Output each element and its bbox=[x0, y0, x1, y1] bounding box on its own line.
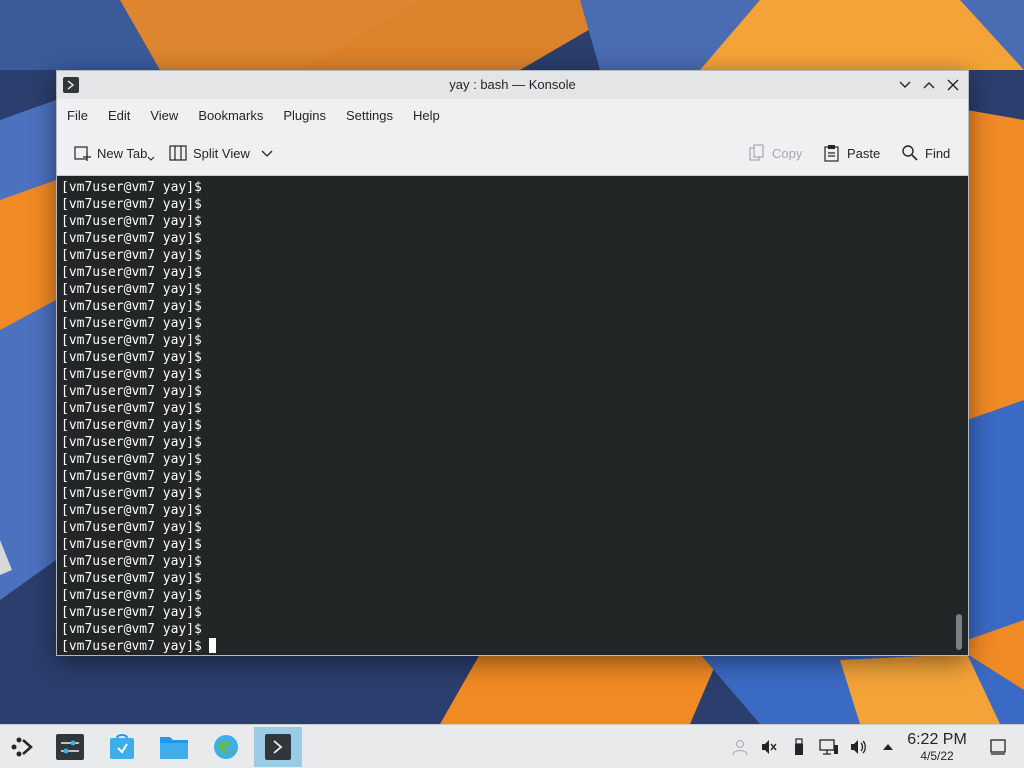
chevron-down-icon bbox=[147, 156, 155, 161]
split-view-icon bbox=[169, 145, 187, 161]
find-label: Find bbox=[925, 145, 951, 161]
menu-file[interactable]: File bbox=[57, 108, 98, 123]
terminal-line: [vm7user@vm7 yay]$ bbox=[61, 384, 202, 399]
digital-clock[interactable]: 6:22 PM 4/5/22 bbox=[900, 731, 974, 763]
terminal-output: [vm7user@vm7 yay]$ [vm7user@vm7 yay]$ [vm7… bbox=[61, 179, 216, 655]
terminal-line: [vm7user@vm7 yay]$ bbox=[61, 486, 202, 501]
globe-icon bbox=[214, 735, 238, 759]
usb-drive-icon bbox=[795, 738, 803, 755]
minimize-button[interactable] bbox=[896, 76, 914, 94]
terminal-line: [vm7user@vm7 yay]$ bbox=[61, 333, 202, 348]
terminal-line: [vm7user@vm7 yay]$ bbox=[61, 452, 202, 467]
maximize-button[interactable] bbox=[920, 76, 938, 94]
search-icon bbox=[902, 145, 918, 161]
clock-date: 4/5/22 bbox=[920, 749, 954, 763]
terminal-icon bbox=[265, 734, 291, 760]
user-icon[interactable] bbox=[730, 737, 750, 757]
terminal-line: [vm7user@vm7 yay]$ bbox=[61, 282, 202, 297]
menu-view[interactable]: View bbox=[140, 108, 188, 123]
launcher-icon bbox=[11, 737, 33, 757]
close-button[interactable] bbox=[944, 76, 962, 94]
menu-bookmarks[interactable]: Bookmarks bbox=[188, 108, 273, 123]
wired-network-icon bbox=[819, 739, 838, 755]
close-icon bbox=[947, 79, 959, 91]
terminal-line: [vm7user@vm7 yay]$ bbox=[61, 180, 202, 195]
chevron-up-icon bbox=[883, 744, 893, 750]
terminal-line: [vm7user@vm7 yay]$ bbox=[61, 350, 202, 365]
terminal-line: [vm7user@vm7 yay]$ bbox=[61, 265, 202, 280]
volume-icon[interactable] bbox=[849, 737, 869, 757]
terminal-active-prompt: [vm7user@vm7 yay]$ bbox=[61, 638, 216, 655]
title-bar[interactable]: yay : bash — Konsole bbox=[57, 71, 968, 99]
speaker-muted-icon bbox=[762, 740, 777, 754]
terminal-line: [vm7user@vm7 yay]$ bbox=[61, 622, 202, 637]
copy-icon bbox=[749, 144, 764, 161]
new-tab-icon bbox=[74, 146, 91, 161]
terminal-view[interactable]: [vm7user@vm7 yay]$ [vm7user@vm7 yay]$ [vm7… bbox=[57, 176, 968, 655]
terminal-line: [vm7user@vm7 yay]$ bbox=[61, 197, 202, 212]
terminal-line: [vm7user@vm7 yay]$ bbox=[61, 503, 202, 518]
terminal-line: [vm7user@vm7 yay]$ bbox=[61, 231, 202, 246]
terminal-line: [vm7user@vm7 yay]$ bbox=[61, 248, 202, 263]
main-toolbar: New Tab Split View Copy Paste Find bbox=[57, 131, 968, 176]
menu-settings[interactable]: Settings bbox=[336, 108, 403, 123]
copy-label: Copy bbox=[772, 145, 803, 161]
terminal-scrollbar[interactable] bbox=[956, 614, 962, 650]
dolphin-file-manager-task[interactable] bbox=[152, 727, 196, 767]
discover-task[interactable] bbox=[100, 727, 144, 767]
terminal-line: [vm7user@vm7 yay]$ bbox=[61, 316, 202, 331]
terminal-line: [vm7user@vm7 yay]$ bbox=[61, 554, 202, 569]
taskbar: 6:22 PM 4/5/22 bbox=[0, 724, 1024, 768]
usb-device-icon[interactable] bbox=[789, 737, 809, 757]
terminal-line: [vm7user@vm7 yay]$ bbox=[61, 537, 202, 552]
terminal-cursor bbox=[208, 638, 216, 653]
show-desktop-icon bbox=[990, 739, 1006, 755]
clock-time: 6:22 PM bbox=[907, 731, 967, 748]
audio-muted-icon[interactable] bbox=[759, 737, 779, 757]
terminal-line: [vm7user@vm7 yay]$ bbox=[61, 367, 202, 382]
paste-icon bbox=[824, 145, 839, 162]
chevron-down-icon bbox=[261, 150, 273, 157]
window-title: yay : bash — Konsole bbox=[449, 77, 576, 92]
system-settings-task[interactable] bbox=[48, 727, 92, 767]
terminal-line: [vm7user@vm7 yay]$ bbox=[61, 299, 202, 314]
show-desktop-button[interactable] bbox=[988, 737, 1008, 757]
discover-store-icon bbox=[110, 734, 134, 759]
terminal-line: [vm7user@vm7 yay]$ bbox=[61, 401, 202, 416]
user-icon-glyph bbox=[732, 739, 748, 756]
menu-plugins[interactable]: Plugins bbox=[273, 108, 336, 123]
paste-label: Paste bbox=[847, 145, 881, 161]
web-browser-task[interactable] bbox=[204, 727, 248, 767]
terminal-line: [vm7user@vm7 yay]$ bbox=[61, 571, 202, 586]
settings-icon bbox=[56, 734, 84, 760]
find-button[interactable]: Find bbox=[901, 143, 950, 163]
terminal-line: [vm7user@vm7 yay]$ bbox=[61, 469, 202, 484]
terminal-line: [vm7user@vm7 yay]$ bbox=[61, 435, 202, 450]
application-launcher-button[interactable] bbox=[0, 727, 44, 767]
terminal-line: [vm7user@vm7 yay]$ bbox=[61, 605, 202, 620]
chevron-up-icon bbox=[923, 82, 935, 89]
konsole-task[interactable] bbox=[254, 727, 302, 767]
menu-help[interactable]: Help bbox=[403, 108, 450, 123]
folder-icon bbox=[160, 737, 188, 759]
terminal-line: [vm7user@vm7 yay]$ bbox=[61, 418, 202, 433]
chevron-down-icon bbox=[899, 81, 911, 88]
split-view-button[interactable]: Split View bbox=[169, 143, 280, 163]
copy-button[interactable]: Copy bbox=[748, 143, 802, 163]
system-tray-expand-button[interactable] bbox=[878, 737, 898, 757]
konsole-window: yay : bash — Konsole File Edit View Book… bbox=[56, 70, 969, 656]
speaker-icon bbox=[851, 740, 866, 754]
split-view-label: Split View bbox=[193, 145, 250, 161]
menu-bar: File Edit View Bookmarks Plugins Setting… bbox=[57, 99, 968, 131]
terminal-line: [vm7user@vm7 yay]$ bbox=[61, 214, 202, 229]
network-icon[interactable] bbox=[819, 737, 839, 757]
paste-button[interactable]: Paste bbox=[823, 143, 880, 163]
new-tab-label: New Tab bbox=[97, 145, 148, 161]
menu-edit[interactable]: Edit bbox=[98, 108, 140, 123]
terminal-line: [vm7user@vm7 yay]$ bbox=[61, 588, 202, 603]
terminal-line: [vm7user@vm7 yay]$ bbox=[61, 520, 202, 535]
new-tab-button[interactable]: New Tab bbox=[73, 143, 161, 163]
